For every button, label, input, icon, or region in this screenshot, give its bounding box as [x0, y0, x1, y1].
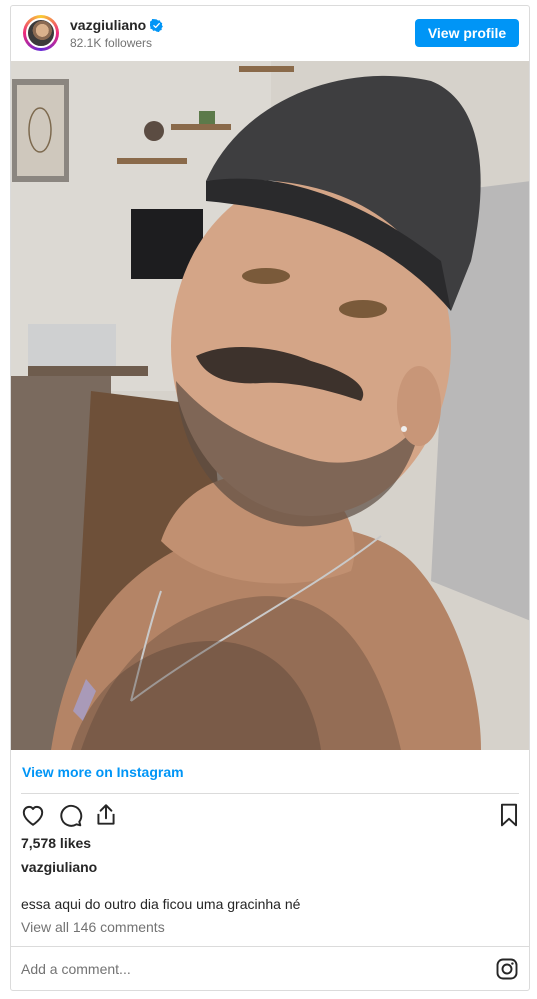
view-profile-button[interactable]: View profile — [415, 19, 519, 47]
post-photo-illustration — [11, 61, 529, 750]
share-icon[interactable] — [93, 802, 119, 828]
follower-count: 82.1K followers — [70, 36, 153, 50]
username[interactable]: vazgiuliano — [70, 17, 146, 33]
bookmark-icon[interactable] — [496, 802, 522, 828]
avatar-image — [26, 18, 56, 48]
post-image[interactable] — [11, 61, 529, 750]
comment-icon[interactable] — [57, 802, 83, 828]
avatar[interactable] — [23, 15, 59, 51]
view-all-comments-link[interactable]: View all 146 comments — [21, 919, 165, 935]
username-row[interactable]: vazgiuliano — [70, 17, 164, 33]
view-more-link[interactable]: View more on Instagram — [22, 764, 184, 780]
post-header: vazgiuliano 82.1K followers View profile — [11, 6, 529, 61]
caption-text: essa aqui do outro dia ficou uma gracinh… — [21, 896, 301, 912]
like-count[interactable]: 7,578 likes — [21, 835, 91, 851]
caption-username[interactable]: vazgiuliano — [21, 859, 97, 875]
divider — [21, 793, 519, 794]
instagram-embed-card: vazgiuliano 82.1K followers View profile — [10, 5, 530, 991]
action-bar — [20, 802, 520, 828]
verified-badge-icon — [150, 18, 164, 32]
divider — [11, 946, 529, 947]
heart-icon[interactable] — [20, 802, 46, 828]
add-comment-input[interactable]: Add a comment... — [21, 961, 131, 977]
instagram-logo-icon[interactable] — [495, 957, 519, 981]
